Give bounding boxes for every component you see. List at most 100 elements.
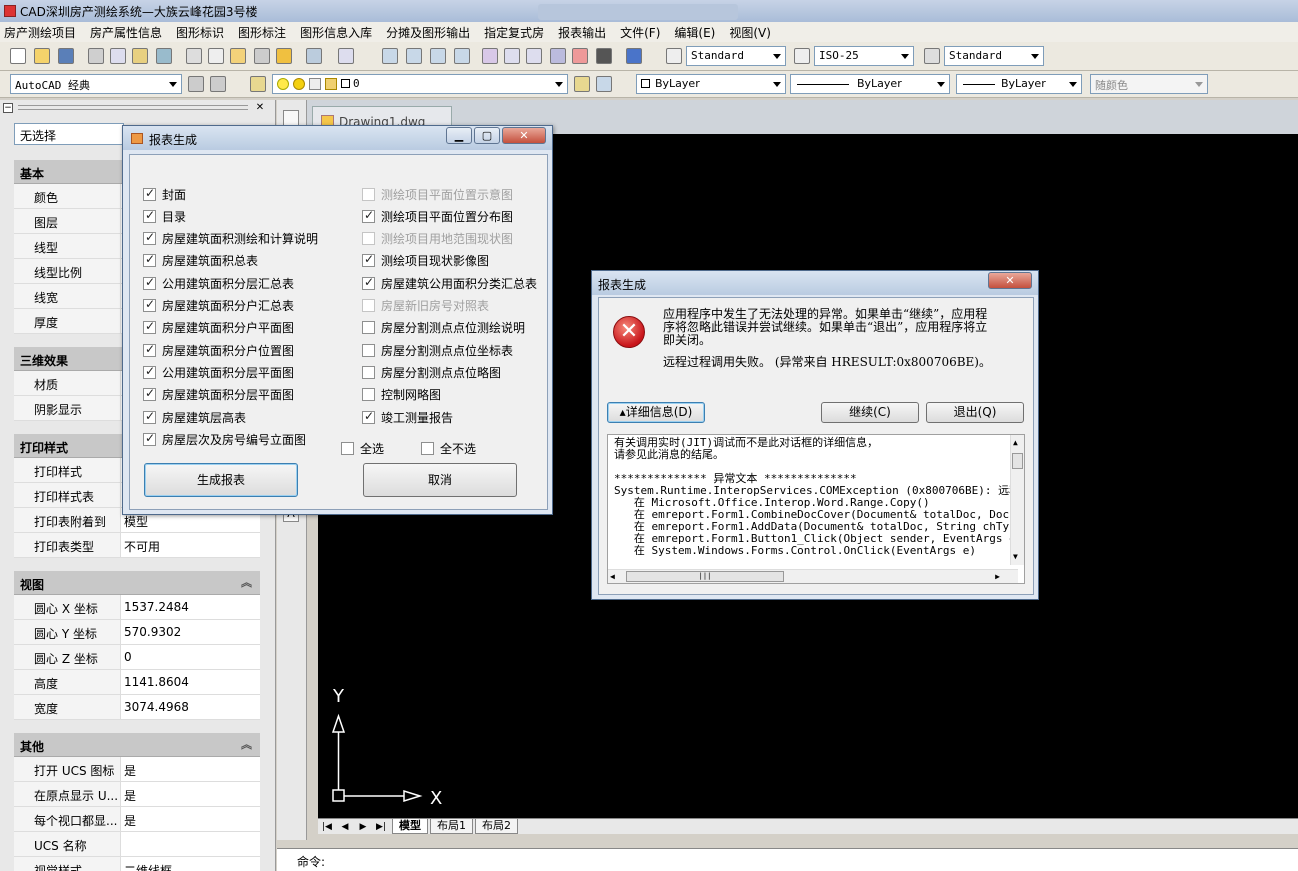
menu-item-duplex[interactable]: 指定复式房: [484, 24, 544, 41]
details-vertical-scrollbar[interactable]: ▲ ▼: [1010, 435, 1024, 565]
generate-report-button[interactable]: 生成报表: [144, 463, 298, 497]
right-checkbox[interactable]: 测绘项目平面位置分布图: [362, 207, 513, 225]
menu-item-edit[interactable]: 编辑(E): [674, 24, 715, 41]
error-close-button[interactable]: ✕: [988, 272, 1032, 289]
report-dialog-titlebar[interactable]: 报表生成 ▁ ▢ ✕: [123, 126, 552, 150]
right-checkbox[interactable]: 测绘项目现状影像图: [362, 252, 489, 270]
match-properties-icon[interactable]: [254, 48, 270, 64]
pan-icon[interactable]: [382, 48, 398, 64]
lineweight-select[interactable]: ByLayer: [956, 74, 1082, 94]
left-checkbox[interactable]: 房屋建筑面积分层平面图: [143, 386, 294, 404]
last-tab-icon[interactable]: ▶|: [372, 822, 390, 832]
left-checkbox[interactable]: 房屋建筑层高表: [143, 408, 246, 426]
text-style-select[interactable]: Standard: [686, 46, 786, 66]
prop-row-center-y[interactable]: 圆心 Y 坐标 570.9302: [14, 620, 260, 645]
palette-header[interactable]: − ✕: [0, 100, 268, 116]
calculator-icon[interactable]: [596, 48, 612, 64]
plot-icon[interactable]: [156, 48, 172, 64]
color-select[interactable]: ByLayer: [636, 74, 786, 94]
close-button[interactable]: ✕: [502, 127, 546, 144]
menu-item-view[interactable]: 视图(V): [729, 24, 771, 41]
make-layer-current-icon[interactable]: [574, 76, 590, 92]
continue-button[interactable]: 继续(C): [821, 402, 919, 423]
tab-layout2[interactable]: 布局2: [475, 819, 518, 834]
right-checkbox[interactable]: 竣工测量报告: [362, 408, 453, 426]
palette-collapse-icon[interactable]: −: [3, 103, 13, 113]
sheet-set-icon[interactable]: [550, 48, 566, 64]
line-tool-icon[interactable]: [283, 110, 299, 126]
zoom-previous-icon[interactable]: [454, 48, 470, 64]
prop-row-ucs-icon[interactable]: 打开 UCS 图标是: [14, 757, 260, 782]
left-checkbox[interactable]: 公用建筑面积分层平面图: [143, 363, 294, 381]
first-tab-icon[interactable]: |◀: [318, 822, 336, 832]
prop-row-ucs-origin[interactable]: 在原点显示 U... 是: [14, 782, 260, 807]
layer-previous-icon[interactable]: [596, 76, 612, 92]
layer-manager-icon[interactable]: [250, 76, 266, 92]
left-checkbox[interactable]: 封面: [143, 185, 186, 203]
cancel-button[interactable]: 取消: [363, 463, 517, 497]
workspace-settings-icon[interactable]: [188, 76, 204, 92]
new-icon[interactable]: [10, 48, 26, 64]
right-checkbox[interactable]: 房屋建筑公用面积分类汇总表: [362, 274, 537, 292]
prop-row-visual-style[interactable]: 视觉样式 二维线框: [14, 857, 260, 871]
next-tab-icon[interactable]: ▶: [354, 822, 372, 832]
selection-dropdown[interactable]: 无选择: [14, 123, 124, 145]
left-checkbox[interactable]: 房屋建筑面积分户平面图: [143, 319, 294, 337]
details-horizontal-scrollbar[interactable]: ◀ ||| ▶: [608, 569, 1018, 583]
menu-item-annotation[interactable]: 图形标注: [238, 24, 286, 41]
design-center-icon[interactable]: [504, 48, 520, 64]
menu-item-db-import[interactable]: 图形信息入库: [300, 24, 372, 41]
zoom-realtime-icon[interactable]: [406, 48, 422, 64]
prop-row-height[interactable]: 高度 1141.8604: [14, 670, 260, 695]
select-all-checkbox[interactable]: 全选: [341, 439, 384, 457]
left-checkbox[interactable]: 房屋建筑面积总表: [143, 252, 258, 270]
open-icon[interactable]: [34, 48, 50, 64]
undo-icon[interactable]: [306, 48, 322, 64]
markup-icon[interactable]: [572, 48, 588, 64]
publish-icon[interactable]: [132, 48, 148, 64]
redo-icon[interactable]: [338, 48, 354, 64]
prop-row-ucs-per-viewport[interactable]: 每个视口都显... 是: [14, 807, 260, 832]
linetype-select[interactable]: ByLayer: [790, 74, 950, 94]
quit-button[interactable]: 退出(Q): [926, 402, 1024, 423]
window-titlebar[interactable]: CAD深圳房产测绘系统—大族云峰花园3号楼: [0, 0, 1298, 22]
maximize-button[interactable]: ▢: [474, 127, 500, 144]
prop-row-ucs-name[interactable]: UCS 名称: [14, 832, 260, 857]
right-checkbox[interactable]: 控制网略图: [362, 386, 441, 404]
prop-row-plot-type[interactable]: 打印表类型 不可用: [14, 533, 260, 558]
save-icon[interactable]: [58, 48, 74, 64]
tab-layout1[interactable]: 布局1: [430, 819, 473, 834]
tool-palettes-icon[interactable]: [526, 48, 542, 64]
palette-close-icon[interactable]: ✕: [254, 103, 266, 113]
left-checkbox[interactable]: 房屋建筑面积测绘和计算说明: [143, 230, 318, 248]
prop-row-center-z[interactable]: 圆心 Z 坐标 0: [14, 645, 260, 670]
section-other[interactable]: 其他 ︽: [14, 733, 260, 757]
preview-icon[interactable]: [110, 48, 126, 64]
right-checkbox[interactable]: 房屋分割测点点位略图: [362, 363, 501, 381]
left-checkbox[interactable]: 目录: [143, 207, 186, 225]
table-style-select[interactable]: Standard: [944, 46, 1044, 66]
prop-row-width[interactable]: 宽度 3074.4968: [14, 695, 260, 720]
properties-icon[interactable]: [482, 48, 498, 64]
left-checkbox[interactable]: 公用建筑面积分层汇总表: [143, 274, 294, 292]
menu-item-report[interactable]: 报表输出: [558, 24, 606, 41]
menu-item-project[interactable]: 房产测绘项目: [4, 24, 76, 41]
command-line[interactable]: 命令:: [277, 848, 1298, 871]
workspace-save-icon[interactable]: [210, 76, 226, 92]
copy-icon[interactable]: [208, 48, 224, 64]
brush-icon[interactable]: [276, 48, 292, 64]
prev-tab-icon[interactable]: ◀: [336, 822, 354, 832]
menu-item-file[interactable]: 文件(F): [620, 24, 660, 41]
layer-select[interactable]: 0: [272, 74, 568, 94]
workspace-select[interactable]: AutoCAD 经典: [10, 74, 182, 94]
paste-icon[interactable]: [230, 48, 246, 64]
menu-item-marking[interactable]: 图形标识: [176, 24, 224, 41]
palette-grip[interactable]: [18, 105, 248, 110]
cut-icon[interactable]: [186, 48, 202, 64]
dim-style-select[interactable]: ISO-25: [814, 46, 914, 66]
select-none-checkbox[interactable]: 全不选: [421, 439, 476, 457]
help-icon[interactable]: [626, 48, 642, 64]
right-checkbox[interactable]: 房屋分割测点点位测绘说明: [362, 319, 525, 337]
collapse-chevron-icon[interactable]: ︽: [241, 574, 252, 590]
error-dialog-titlebar[interactable]: 报表生成 ✕: [592, 271, 1038, 295]
